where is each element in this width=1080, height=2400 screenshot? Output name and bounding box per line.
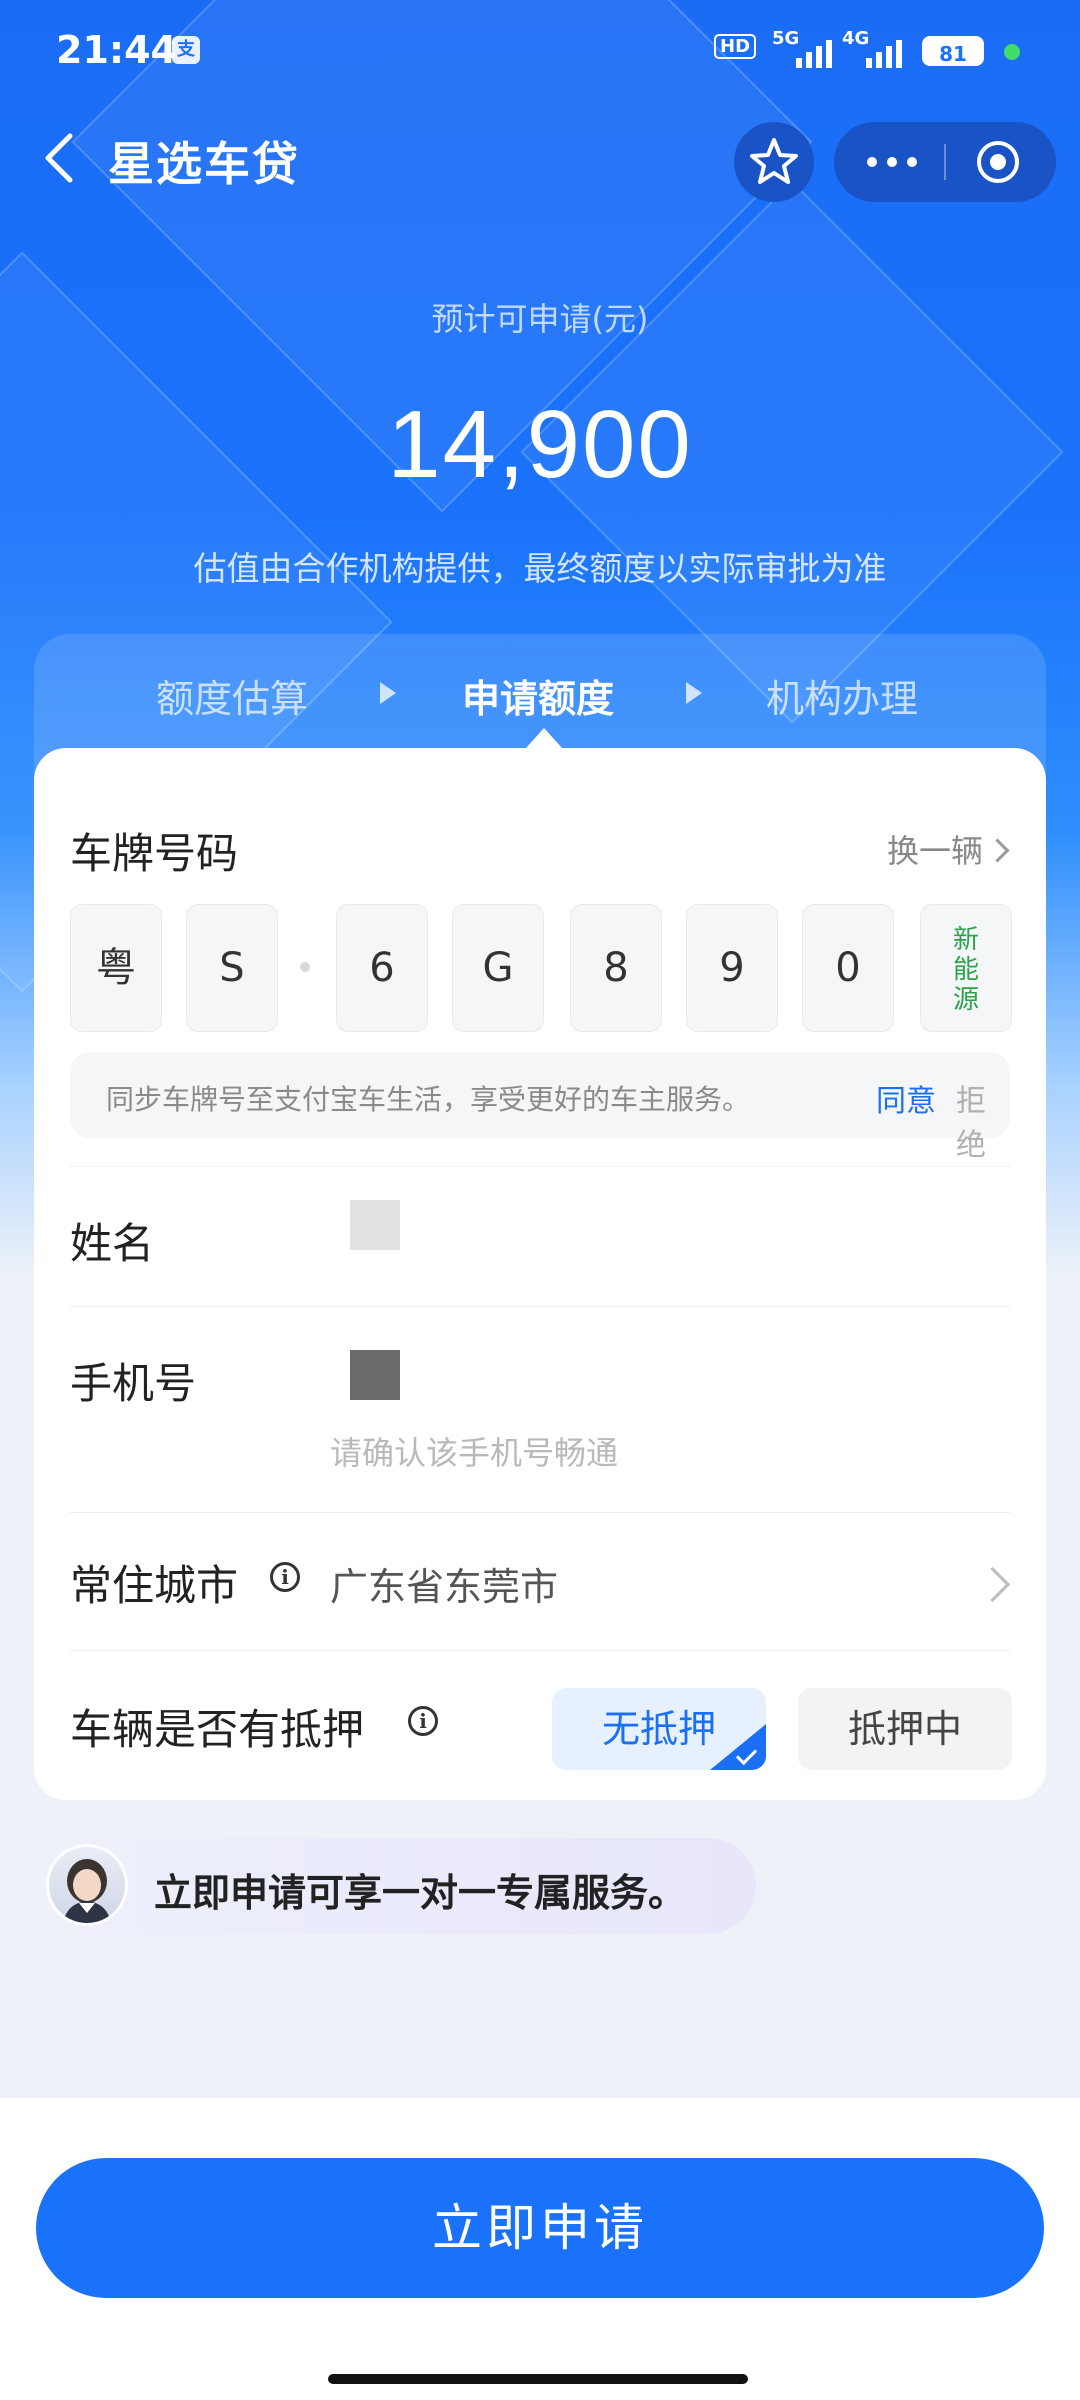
step-arrow-icon xyxy=(380,682,396,704)
back-arrow-icon[interactable] xyxy=(32,128,92,188)
plate-sync-bar: 同步车牌号至支付宝车生活，享受更好的车主服务。 同意 拒绝 xyxy=(70,1052,1010,1163)
divider xyxy=(70,1306,1010,1307)
estimate-note: 估值由合作机构提供，最终额度以实际审批为准 xyxy=(193,549,887,588)
plate-char-6[interactable]: 0 xyxy=(802,904,894,1032)
hd-icon: HD xyxy=(714,34,757,59)
mortgage-label: 车辆是否有抵押 xyxy=(70,1705,365,1754)
plate-char-province[interactable]: 粤 xyxy=(70,904,162,1032)
capsule-divider xyxy=(944,144,946,180)
ev-label-char: 能 xyxy=(952,955,979,985)
step-institution-process: 机构办理 xyxy=(766,677,919,721)
step-apply-quota: 申请额度 xyxy=(462,677,615,721)
city-label: 常住城市 xyxy=(70,1561,239,1610)
step-arrow-icon xyxy=(686,682,702,704)
name-label: 姓名 xyxy=(70,1219,155,1268)
application-form-card: 车牌号码 换一辆 粤 S 6 G 8 9 0 新 能 源 同步车牌号至支付宝车生… xyxy=(34,748,1046,1800)
plate-number-label: 车牌号码 xyxy=(70,829,239,878)
favorite-button[interactable] xyxy=(734,122,814,202)
active-step-pointer xyxy=(526,728,562,748)
star-icon xyxy=(750,138,798,184)
plate-char-2[interactable]: 6 xyxy=(336,904,428,1032)
phone-field-masked[interactable] xyxy=(350,1350,400,1400)
plate-sync-text: 同步车牌号至支付宝车生活，享受更好的车主服务。 xyxy=(106,1083,751,1116)
chevron-right-icon xyxy=(985,838,1010,863)
ev-label-char: 源 xyxy=(952,985,979,1015)
switch-vehicle-link[interactable]: 换一辆 xyxy=(886,826,1010,872)
plate-char-5[interactable]: 9 xyxy=(686,904,778,1032)
ev-label-char: 新 xyxy=(952,925,979,955)
divider xyxy=(70,1166,1010,1167)
miniapp-capsule xyxy=(834,122,1056,202)
sync-agree-button[interactable]: 同意 xyxy=(876,1076,936,1120)
mortgage-option-label: 无抵押 xyxy=(601,1707,716,1751)
info-icon[interactable]: i xyxy=(270,1562,300,1592)
more-icon[interactable] xyxy=(864,150,920,174)
divider xyxy=(70,1512,1010,1513)
selected-corner-badge xyxy=(710,1724,766,1770)
chevron-right-icon[interactable] xyxy=(974,1566,1011,1603)
home-indicator[interactable] xyxy=(328,2374,748,2384)
page-title: 星选车贷 xyxy=(108,137,300,191)
status-bar: 21:44 支 HD 5G 4G 81 xyxy=(0,0,1080,100)
signal-bars-icon xyxy=(796,40,832,68)
step-quota-estimate: 额度估算 xyxy=(156,677,309,721)
plate-char-4[interactable]: 8 xyxy=(570,904,662,1032)
name-field-masked[interactable] xyxy=(350,1200,400,1250)
phone-hint: 请确认该手机号畅通 xyxy=(330,1434,619,1472)
privacy-indicator-dot xyxy=(1004,44,1020,60)
city-value[interactable]: 广东省东莞市 xyxy=(330,1556,558,1611)
plate-char-1[interactable]: S xyxy=(186,904,278,1032)
mortgage-option-label: 抵押中 xyxy=(847,1707,962,1751)
alipay-notification-icon: 支 xyxy=(172,36,200,64)
signal-bars-icon xyxy=(866,40,902,68)
navigation-bar: 星选车贷 xyxy=(0,110,1080,210)
agent-portrait-icon xyxy=(63,1859,111,1923)
exclusive-service-banner[interactable]: 立即申请可享一对一专属服务。 xyxy=(38,1838,756,1934)
plate-separator-dot xyxy=(300,962,310,972)
divider xyxy=(70,1650,1010,1651)
phone-label: 手机号 xyxy=(70,1359,197,1408)
sync-refuse-button[interactable]: 拒绝 xyxy=(956,1076,1010,1164)
close-miniapp-icon[interactable] xyxy=(974,138,1022,186)
status-time: 21:44 xyxy=(56,28,177,72)
mortgage-option-mortgaged[interactable]: 抵押中 xyxy=(798,1688,1012,1770)
battery-icon: 81 xyxy=(922,36,984,66)
service-banner-text: 立即申请可享一对一专属服务。 xyxy=(154,1871,687,1915)
info-icon[interactable]: i xyxy=(408,1706,438,1736)
mortgage-option-none[interactable]: 无抵押 xyxy=(552,1688,766,1770)
apply-now-button[interactable]: 立即申请 xyxy=(36,2158,1044,2298)
estimate-label: 预计可申请(元) xyxy=(431,300,649,338)
service-agent-avatar xyxy=(46,1844,128,1926)
estimate-amount: 14,900 xyxy=(387,391,693,498)
switch-vehicle-label: 换一辆 xyxy=(886,832,983,870)
plate-char-3[interactable]: G xyxy=(452,904,544,1032)
new-energy-plate-slot[interactable]: 新 能 源 xyxy=(920,904,1012,1032)
